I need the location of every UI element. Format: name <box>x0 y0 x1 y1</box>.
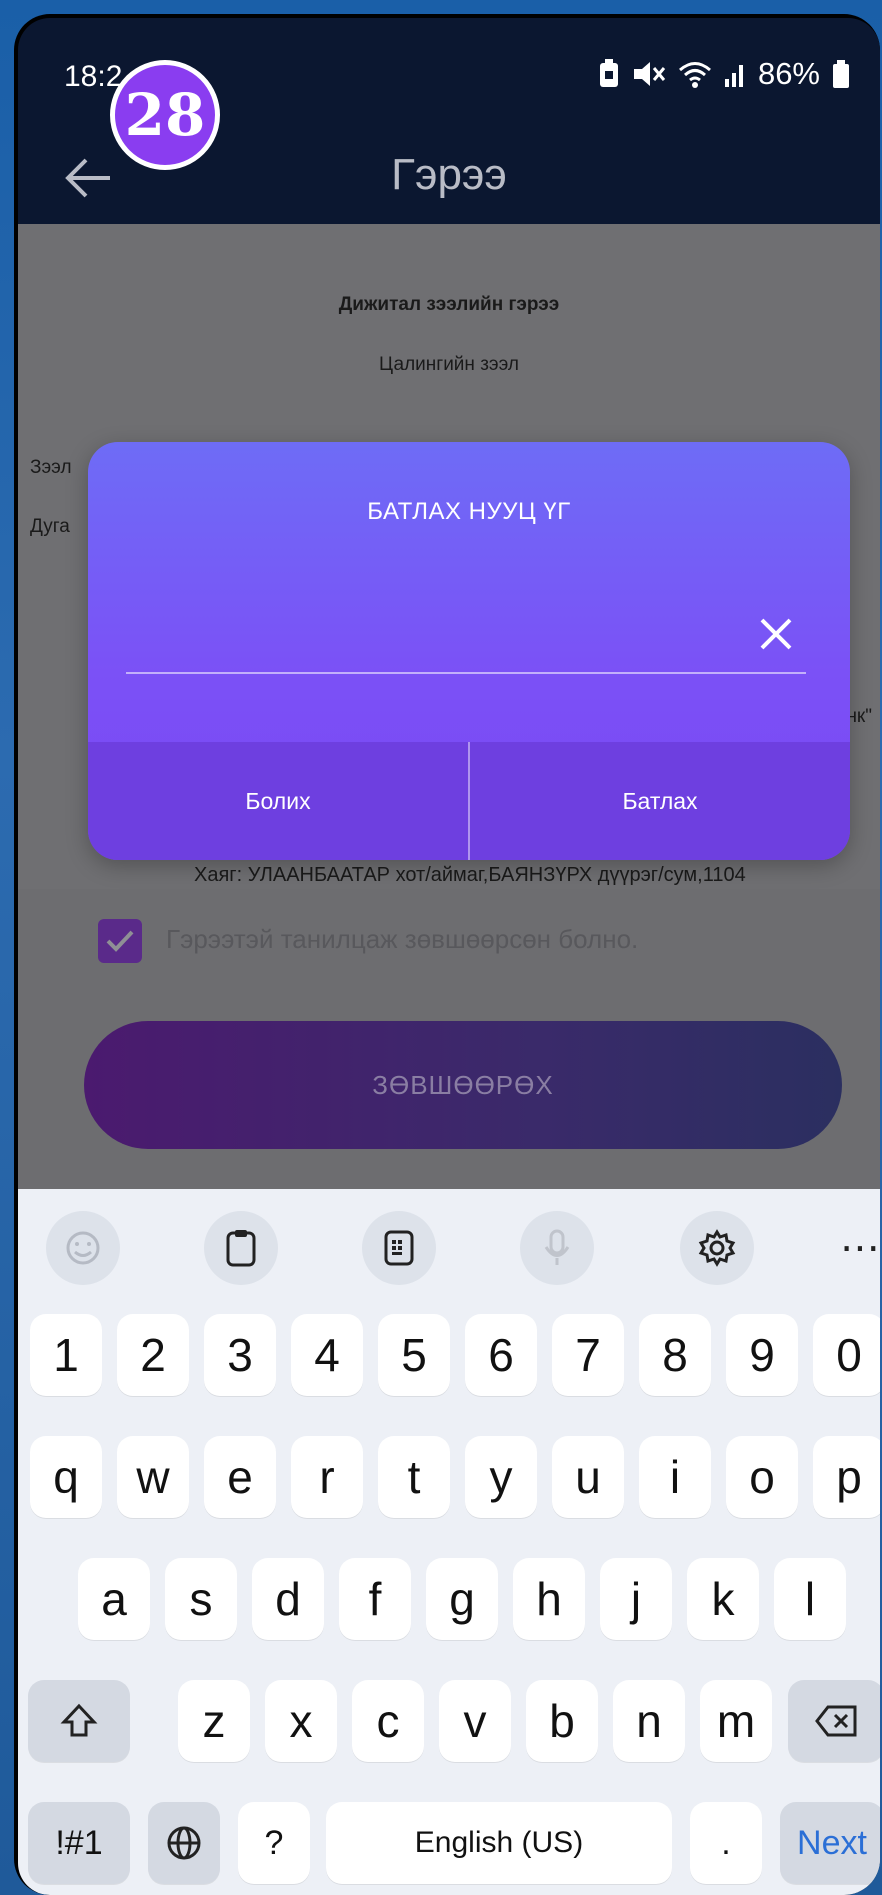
key-c[interactable]: c <box>352 1680 424 1762</box>
keyboard-number-row: 1234567890 <box>18 1314 880 1396</box>
contract-subtitle: Цалингийн зээл <box>379 354 519 375</box>
signal-icon <box>724 59 746 89</box>
password-input[interactable] <box>126 602 806 674</box>
microphone-icon[interactable] <box>520 1211 594 1285</box>
key-n[interactable]: n <box>613 1680 685 1762</box>
keyboard-mode-icon[interactable] <box>362 1211 436 1285</box>
keyboard-row-1: qwertyuiop <box>18 1436 880 1518</box>
space-key[interactable]: English (US) <box>326 1802 672 1884</box>
key-d[interactable]: d <box>252 1558 324 1640</box>
confirm-button[interactable]: Батлах <box>470 742 850 860</box>
password-dialog: БАТЛАХ НУУЦ ҮГ Болих Батлах <box>88 442 850 860</box>
key-w[interactable]: w <box>117 1436 189 1518</box>
key-t[interactable]: t <box>378 1436 450 1518</box>
key-2[interactable]: 2 <box>117 1314 189 1396</box>
keyboard-row-2: asdfghjkl <box>18 1558 880 1640</box>
contract-address: Хаяг: УЛААНБААТАР хот/аймаг,БАЯНЗҮРХ дүү… <box>194 864 746 886</box>
key-f[interactable]: f <box>339 1558 411 1640</box>
key-o[interactable]: o <box>726 1436 798 1518</box>
key-l[interactable]: l <box>774 1558 846 1640</box>
contract-text-fragment: Дуга <box>30 516 70 537</box>
shift-key[interactable] <box>28 1680 130 1762</box>
key-8[interactable]: 8 <box>639 1314 711 1396</box>
consent-checkbox[interactable] <box>98 919 142 963</box>
key-s[interactable]: s <box>165 1558 237 1640</box>
contract-text-fragment: Зээл <box>30 457 72 478</box>
keyboard-bottom-row: !#1 ? English (US) . Next <box>18 1802 880 1884</box>
key-y[interactable]: y <box>465 1436 537 1518</box>
cancel-button[interactable]: Болих <box>88 742 468 860</box>
key-r[interactable]: r <box>291 1436 363 1518</box>
emoji-icon[interactable] <box>46 1211 120 1285</box>
next-key[interactable]: Next <box>780 1802 880 1884</box>
mute-icon <box>632 59 666 89</box>
key-h[interactable]: h <box>513 1558 585 1640</box>
key-5[interactable]: 5 <box>378 1314 450 1396</box>
keyboard-toolbar: ⋯ <box>18 1189 880 1294</box>
key-i[interactable]: i <box>639 1436 711 1518</box>
clear-icon[interactable] <box>754 612 798 656</box>
phone-frame: 18:2 86% Гэрээ Дижитал зээлийн гэрээ Цал… <box>14 14 880 1895</box>
key-g[interactable]: g <box>426 1558 498 1640</box>
key-3[interactable]: 3 <box>204 1314 276 1396</box>
backspace-key[interactable] <box>788 1680 880 1762</box>
key-6[interactable]: 6 <box>465 1314 537 1396</box>
battery-saver-icon <box>598 59 620 89</box>
keyboard: ⋯ 1234567890 qwertyuiop asdfghjkl zxcvbn… <box>18 1189 880 1895</box>
key-p[interactable]: p <box>813 1436 880 1518</box>
key-u[interactable]: u <box>552 1436 624 1518</box>
question-key[interactable]: ? <box>238 1802 310 1884</box>
dialog-title: БАТЛАХ НУУЦ ҮГ <box>367 498 571 525</box>
status-icons: 86% <box>598 56 850 92</box>
checkmark-icon <box>106 930 134 952</box>
step-number-badge: 28 <box>110 60 220 170</box>
battery-icon <box>832 59 850 89</box>
dialog-actions: Болих Батлах <box>88 742 850 860</box>
globe-icon <box>167 1826 201 1860</box>
shift-icon <box>60 1703 98 1737</box>
agree-button[interactable]: ЗӨВШӨӨРӨХ <box>84 1021 842 1149</box>
backspace-icon <box>815 1705 857 1737</box>
battery-percent: 86% <box>757 56 820 91</box>
wifi-icon <box>678 59 712 89</box>
symbols-key[interactable]: !#1 <box>28 1802 130 1884</box>
key-4[interactable]: 4 <box>291 1314 363 1396</box>
key-j[interactable]: j <box>600 1558 672 1640</box>
key-z[interactable]: z <box>178 1680 250 1762</box>
period-key[interactable]: . <box>690 1802 762 1884</box>
consent-label: Гэрээтэй танилцаж зөвшөөрсөн болно. <box>166 924 639 954</box>
clipboard-icon[interactable] <box>204 1211 278 1285</box>
key-0[interactable]: 0 <box>813 1314 880 1396</box>
more-icon[interactable]: ⋯ <box>824 1211 880 1285</box>
key-1[interactable]: 1 <box>30 1314 102 1396</box>
key-9[interactable]: 9 <box>726 1314 798 1396</box>
key-m[interactable]: m <box>700 1680 772 1762</box>
key-b[interactable]: b <box>526 1680 598 1762</box>
key-k[interactable]: k <box>687 1558 759 1640</box>
keyboard-row-3: zxcvbnm <box>18 1680 880 1762</box>
key-v[interactable]: v <box>439 1680 511 1762</box>
language-key[interactable] <box>148 1802 220 1884</box>
screen: 18:2 86% Гэрээ Дижитал зээлийн гэрээ Цал… <box>18 18 880 1895</box>
key-e[interactable]: e <box>204 1436 276 1518</box>
contract-title: Дижитал зээлийн гэрээ <box>338 294 560 315</box>
key-7[interactable]: 7 <box>552 1314 624 1396</box>
key-a[interactable]: a <box>78 1558 150 1640</box>
status-time: 18:2 <box>64 60 123 93</box>
settings-icon[interactable] <box>680 1211 754 1285</box>
key-x[interactable]: x <box>265 1680 337 1762</box>
key-q[interactable]: q <box>30 1436 102 1518</box>
